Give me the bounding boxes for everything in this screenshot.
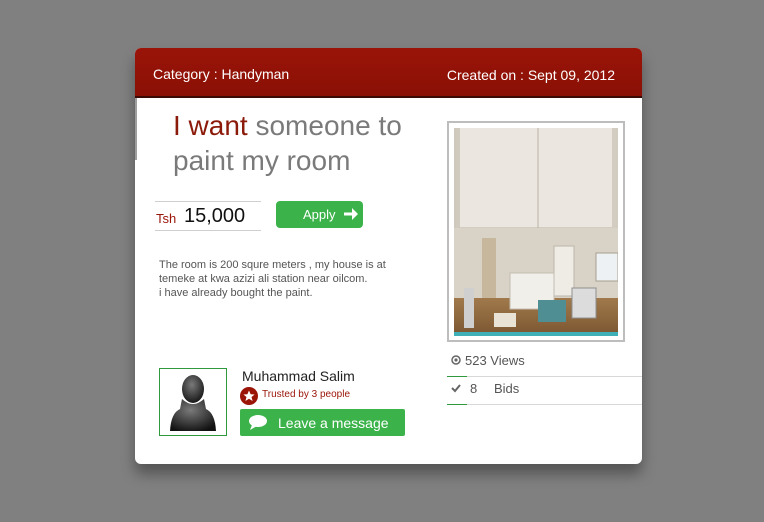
trusted-text: Trusted by 3 people	[262, 389, 351, 400]
description-line: i have already bought the paint.	[159, 287, 313, 299]
title-highlight: I want	[173, 110, 248, 141]
card-header: Category : Handyman Created on : Sept 09…	[135, 48, 642, 98]
eye-icon	[451, 355, 461, 365]
views-count: 523 Views	[465, 353, 525, 368]
job-card: Category : Handyman Created on : Sept 09…	[135, 48, 642, 464]
bids-stat: 8 Bids	[447, 376, 642, 405]
leave-message-label: Leave a message	[278, 415, 389, 431]
avatar[interactable]	[159, 368, 227, 436]
speech-bubble-icon	[249, 415, 267, 430]
bids-label: Bids	[494, 381, 520, 396]
user-silhouette-icon	[170, 375, 216, 431]
created-date: Created on : Sept 09, 2012	[446, 67, 615, 83]
description-line: The room is 200 squre meters , my house …	[159, 259, 386, 271]
job-title: I want someone to paint my room	[173, 108, 443, 178]
user-name[interactable]: Muhammad Salim	[242, 368, 355, 384]
bids-count: 8	[470, 381, 478, 396]
apply-label: Apply	[303, 207, 336, 222]
price-amount: 15,000	[184, 205, 246, 227]
star-icon	[240, 387, 258, 405]
check-icon	[451, 384, 461, 393]
leave-message-button[interactable]: Leave a message	[240, 409, 405, 436]
job-description: The room is 200 squre meters , my house …	[159, 258, 421, 300]
bids-accent-line	[447, 404, 467, 405]
views-stat: 523 Views	[447, 348, 642, 377]
category-label: Category : Handyman	[153, 66, 290, 82]
currency-label: Tsh	[156, 211, 177, 226]
job-photo[interactable]	[447, 121, 625, 342]
price-box: Tsh 15,000	[155, 201, 261, 231]
room-photo-image	[454, 128, 618, 336]
apply-button[interactable]: Apply	[276, 201, 363, 228]
description-line: temeke at kwa azizi ali station near oil…	[159, 273, 368, 285]
left-divider	[135, 98, 137, 160]
arrow-right-icon	[344, 208, 358, 220]
